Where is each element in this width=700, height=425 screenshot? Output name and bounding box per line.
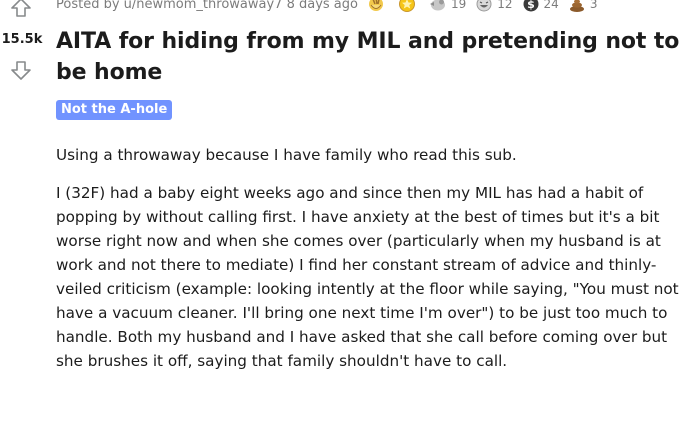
award[interactable] xyxy=(366,0,389,13)
award-count: 19 xyxy=(450,0,467,11)
upvote-icon[interactable] xyxy=(9,0,33,19)
svg-text:$: $ xyxy=(527,0,535,11)
award-count: 3 xyxy=(589,0,598,11)
dollar-coin-award-icon: $ xyxy=(521,0,541,13)
bird-award-icon xyxy=(428,0,448,13)
award-count: 12 xyxy=(497,0,513,11)
poop-award-icon xyxy=(567,0,587,13)
award[interactable]: $ 24 xyxy=(521,0,559,13)
award[interactable]: 12 xyxy=(474,0,513,13)
post-body: Using a throwaway because I have family … xyxy=(56,143,696,387)
downvote-icon[interactable] xyxy=(9,59,33,81)
clapping-hands-award-icon xyxy=(366,0,386,13)
post-title[interactable]: AITA for hiding from my MIL and pretendi… xyxy=(56,26,686,88)
post-flair[interactable]: Not the A-hole xyxy=(56,100,173,120)
post-paragraph: I (32F) had a baby eight weeks ago and s… xyxy=(56,184,679,370)
award[interactable]: 3 xyxy=(567,0,598,13)
laughing-face-award-icon xyxy=(474,0,494,13)
award[interactable]: 19 xyxy=(428,0,466,13)
post-paragraph: Using a throwaway because I have family … xyxy=(56,146,517,164)
award[interactable] xyxy=(397,0,420,13)
award-count: 24 xyxy=(543,0,559,11)
gold-award-icon xyxy=(397,0,417,13)
post-meta: Posted by u/newmom_throwaway7 8 days ago… xyxy=(56,0,605,14)
posted-by[interactable]: Posted by u/newmom_throwaway7 8 days ago xyxy=(56,0,358,12)
vote-score: 15.5k xyxy=(1,32,43,47)
